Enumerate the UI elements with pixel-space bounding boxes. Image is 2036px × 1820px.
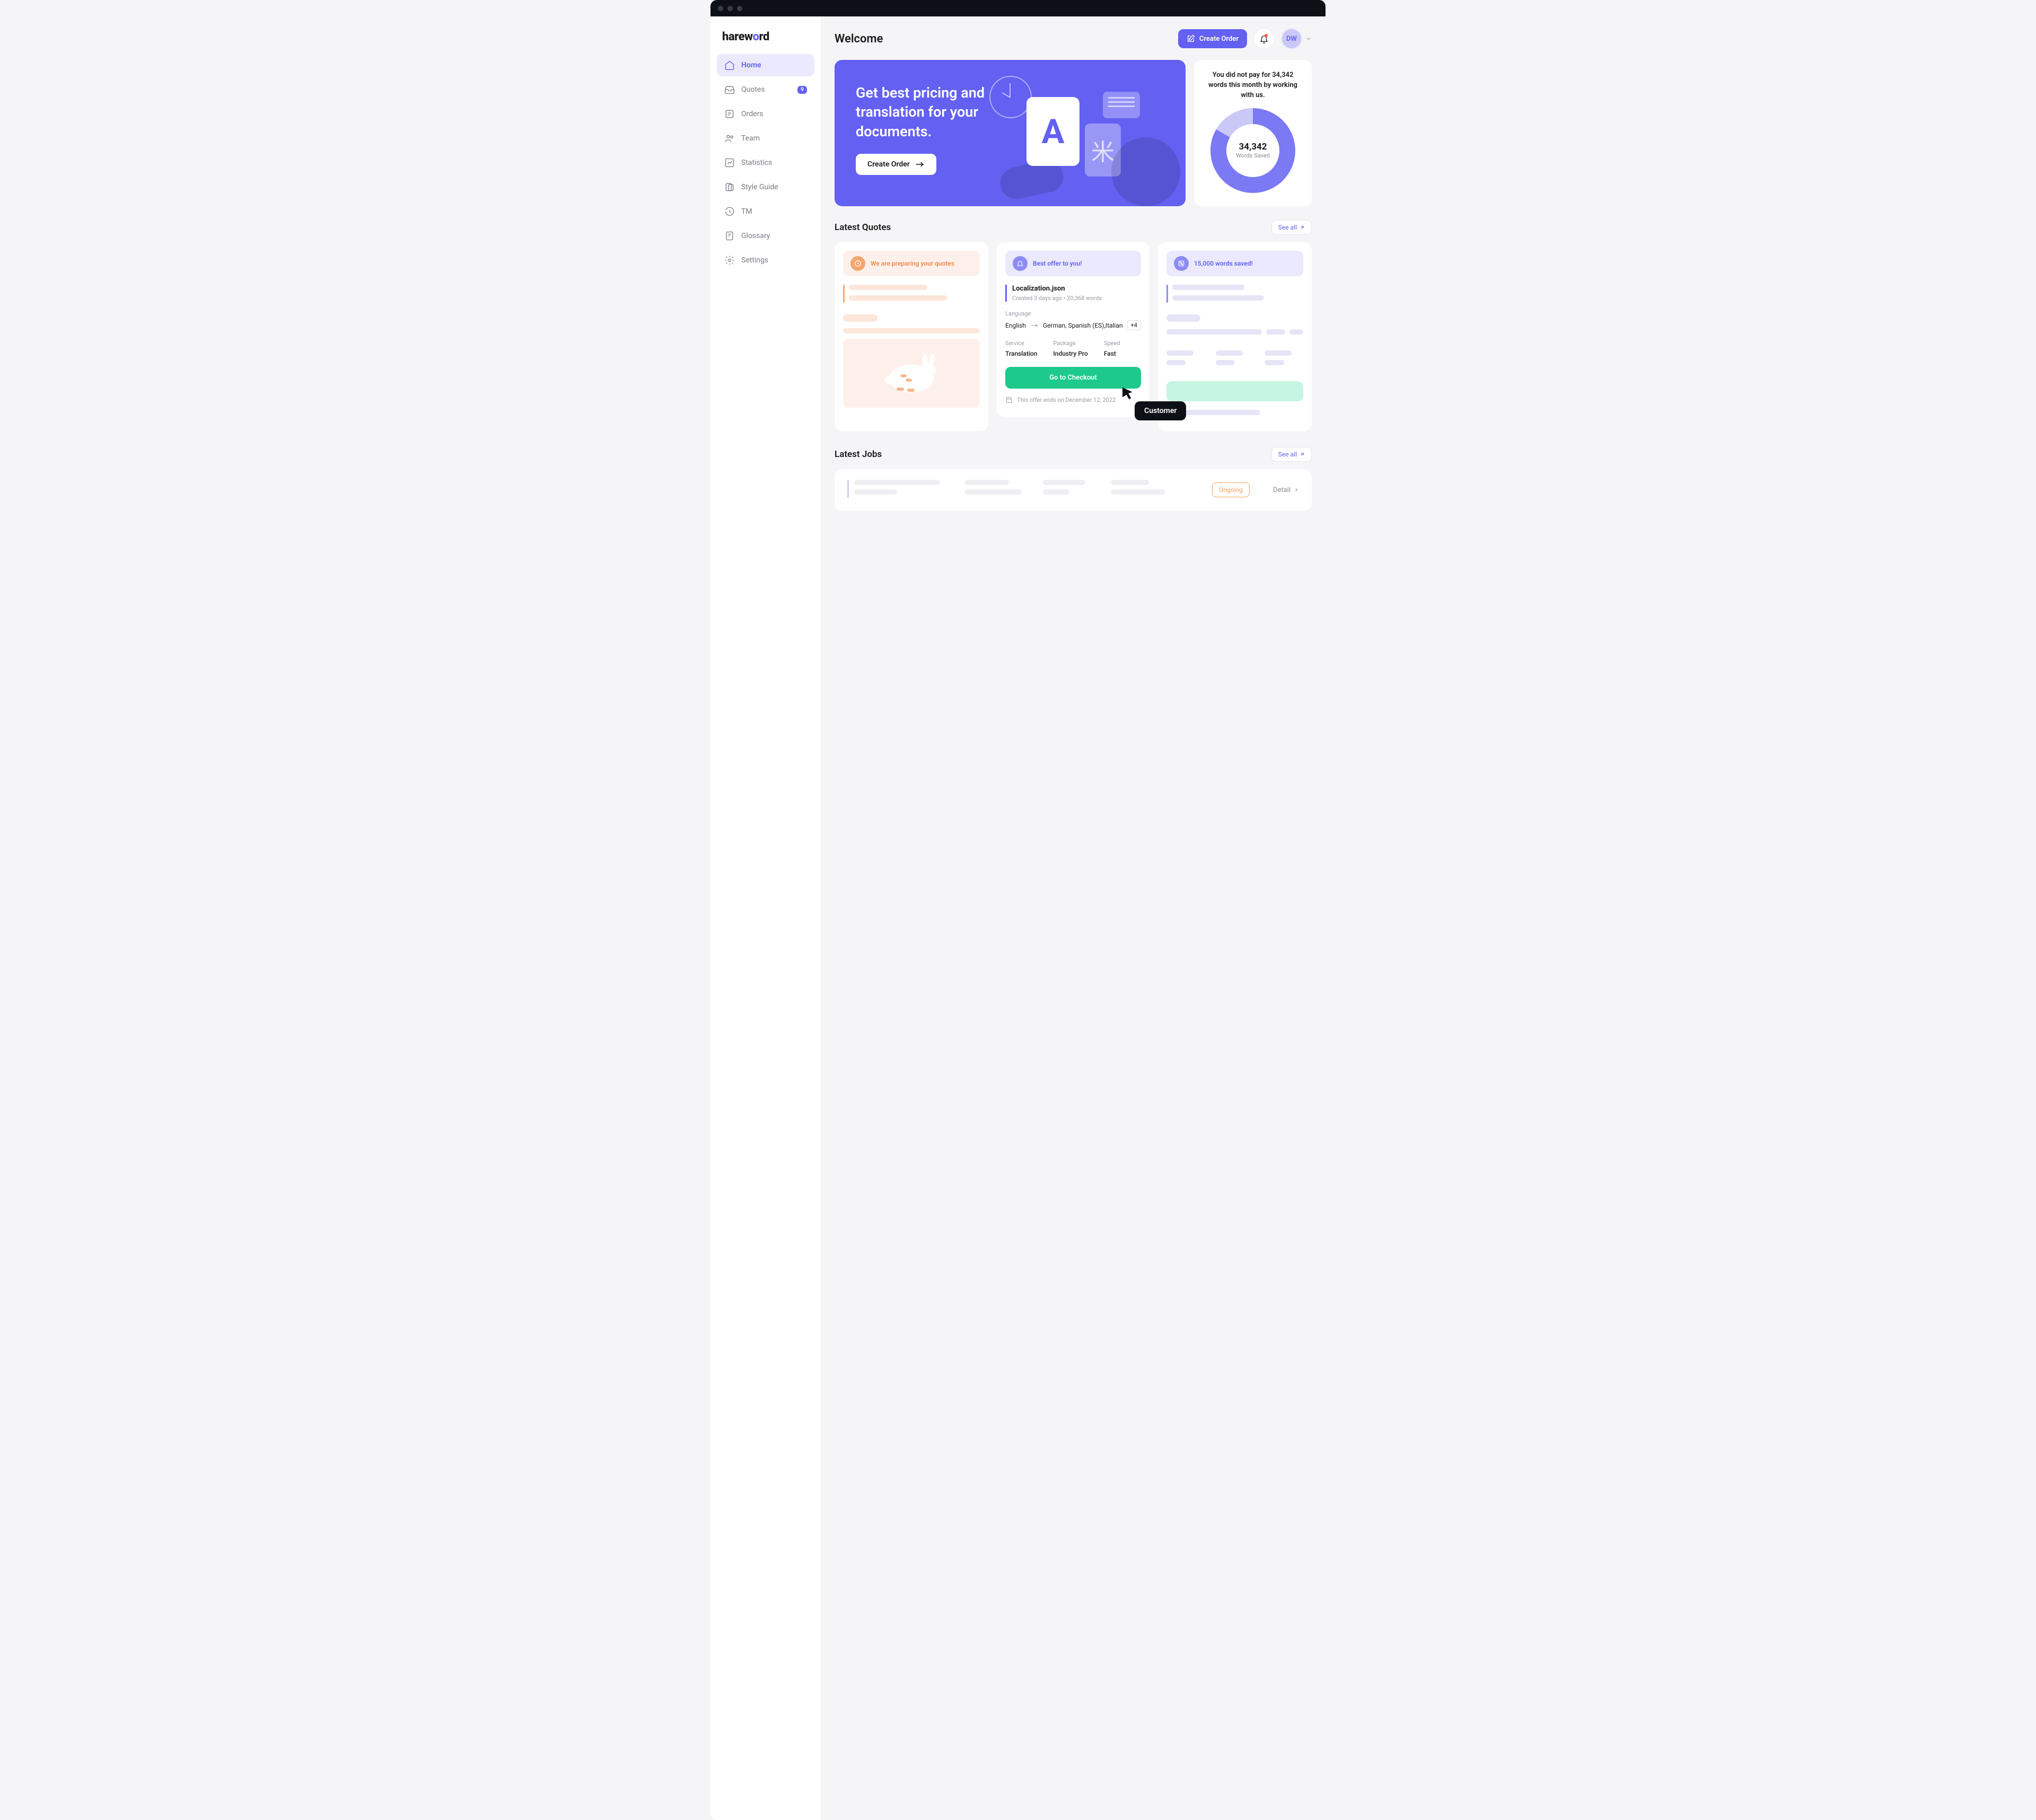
card-banner: We are preparing your quotes bbox=[843, 251, 980, 276]
edit-icon bbox=[1187, 34, 1195, 43]
sidebar-item-orders[interactable]: Orders bbox=[717, 103, 814, 125]
jobs-see-all-button[interactable]: See all bbox=[1271, 447, 1312, 462]
words-saved-card: You did not pay for 34,342 words this mo… bbox=[1194, 60, 1312, 206]
latest-quotes-title: Latest Quotes bbox=[835, 222, 891, 233]
stat-label: Words Saved bbox=[1236, 152, 1270, 159]
window-chrome bbox=[710, 0, 1326, 16]
sidebar-badge: 9 bbox=[797, 86, 807, 94]
home-icon bbox=[724, 60, 735, 71]
quote-card-saved: 15,000 words saved! bbox=[1158, 242, 1312, 431]
quote-card-offer: Best offer to you! Localization.json Cre… bbox=[997, 242, 1149, 417]
sidebar-item-label: Style Guide bbox=[741, 183, 778, 191]
sidebar-item-label: Home bbox=[741, 61, 761, 69]
arrow-right-icon bbox=[1030, 323, 1039, 328]
service-value: Translation bbox=[1005, 350, 1037, 357]
job-col bbox=[964, 480, 1028, 500]
gear-icon bbox=[724, 255, 735, 266]
stats-icon bbox=[724, 157, 735, 168]
quote-subtitle: Created 3 days ago • 20,368 words bbox=[1012, 295, 1141, 302]
detail-button[interactable]: Detail bbox=[1273, 486, 1299, 494]
speed-value: Fast bbox=[1104, 350, 1120, 357]
card-banner: Best offer to you! bbox=[1005, 251, 1141, 276]
sidebar-item-team[interactable]: Team bbox=[717, 127, 814, 150]
chevron-down-icon bbox=[1305, 36, 1312, 42]
offer-expiry: This offer ends on December 12, 2022 bbox=[1005, 396, 1141, 403]
job-col bbox=[1043, 480, 1096, 500]
card-banner: 15,000 words saved! bbox=[1166, 251, 1303, 276]
hero-create-order-button[interactable]: Create Order bbox=[856, 154, 936, 175]
chrome-dot bbox=[727, 6, 733, 11]
sidebar-item-glossary[interactable]: Glossary bbox=[717, 225, 814, 247]
sidebar-item-settings[interactable]: Settings bbox=[717, 249, 814, 271]
checkout-button[interactable]: Go to Checkout bbox=[1005, 367, 1141, 389]
chrome-dot bbox=[737, 6, 742, 11]
team-icon bbox=[724, 133, 735, 144]
job-row[interactable]: Ongoing Detail bbox=[835, 469, 1312, 511]
user-menu[interactable]: DW bbox=[1281, 28, 1312, 49]
orders-icon bbox=[724, 109, 735, 119]
chevron-right-icon bbox=[1294, 487, 1299, 493]
styleguide-icon bbox=[724, 182, 735, 192]
sidebar-item-label: Statistics bbox=[741, 159, 772, 167]
quote-meta: Localization.json Created 3 days ago • 2… bbox=[1005, 285, 1141, 302]
sidebar: hareword Home Quotes 9 Orders Team bbox=[710, 16, 821, 1820]
logo: hareword bbox=[717, 27, 814, 54]
glossary-icon bbox=[724, 231, 735, 241]
stat-number: 34,342 bbox=[1239, 142, 1267, 152]
page-title: Welcome bbox=[835, 32, 883, 46]
lang-more-badge: +4 bbox=[1127, 320, 1141, 330]
latest-jobs-title: Latest Jobs bbox=[835, 449, 882, 460]
header: Welcome Create Order DW bbox=[835, 28, 1312, 49]
sidebar-item-tm[interactable]: TM bbox=[717, 200, 814, 223]
checkout-placeholder bbox=[1166, 381, 1303, 401]
sidebar-item-label: TM bbox=[741, 207, 752, 216]
hero-banner: Get best pricing and translation for you… bbox=[835, 60, 1186, 206]
chrome-dot bbox=[718, 6, 723, 11]
bell-ring-icon bbox=[1013, 256, 1028, 271]
arrow-right-icon bbox=[915, 161, 925, 168]
sidebar-item-label: Team bbox=[741, 134, 760, 143]
notification-dot bbox=[1265, 34, 1268, 37]
stat-text: You did not pay for 34,342 words this mo… bbox=[1204, 71, 1302, 101]
sidebar-item-statistics[interactable]: Statistics bbox=[717, 152, 814, 174]
quotes-see-all-button[interactable]: See all bbox=[1271, 220, 1312, 235]
language-label: Language bbox=[1005, 310, 1141, 317]
main-content: Welcome Create Order DW Get best pricing… bbox=[821, 16, 1326, 1820]
header-actions: Create Order DW bbox=[1178, 28, 1312, 49]
inbox-icon bbox=[724, 84, 735, 95]
create-order-button[interactable]: Create Order bbox=[1178, 29, 1247, 48]
calendar-icon bbox=[1005, 396, 1013, 403]
sidebar-item-label: Quotes bbox=[741, 85, 765, 94]
arrow-up-right-icon bbox=[1300, 225, 1305, 230]
sidebar-item-quotes[interactable]: Quotes 9 bbox=[717, 78, 814, 101]
job-col bbox=[1111, 480, 1174, 500]
sidebar-item-home[interactable]: Home bbox=[717, 54, 814, 76]
sidebar-item-label: Settings bbox=[741, 256, 768, 265]
sidebar-item-label: Glossary bbox=[741, 232, 770, 240]
donut-chart: 34,342 Words Saved bbox=[1210, 108, 1295, 193]
job-col bbox=[847, 480, 950, 500]
notifications-button[interactable] bbox=[1253, 28, 1275, 49]
package-value: Industry Pro bbox=[1053, 350, 1087, 357]
quote-filename: Localization.json bbox=[1012, 285, 1141, 293]
quote-card-preparing: We are preparing your quotes bbox=[835, 242, 988, 431]
status-badge: Ongoing bbox=[1212, 482, 1250, 497]
avatar: DW bbox=[1281, 28, 1302, 49]
clock-icon bbox=[850, 256, 865, 271]
history-icon bbox=[724, 206, 735, 217]
bunny-illustration bbox=[843, 339, 980, 408]
percent-icon bbox=[1174, 256, 1189, 271]
language-row: English German, Spanish (ES),Italian +4 bbox=[1005, 320, 1141, 330]
sidebar-nav: Home Quotes 9 Orders Team Statistics bbox=[717, 54, 814, 271]
sidebar-item-styleguide[interactable]: Style Guide bbox=[717, 176, 814, 198]
arrow-up-right-icon bbox=[1300, 452, 1305, 457]
sidebar-item-label: Orders bbox=[741, 110, 763, 118]
hero-illustration: A ⽶ bbox=[979, 76, 1170, 190]
